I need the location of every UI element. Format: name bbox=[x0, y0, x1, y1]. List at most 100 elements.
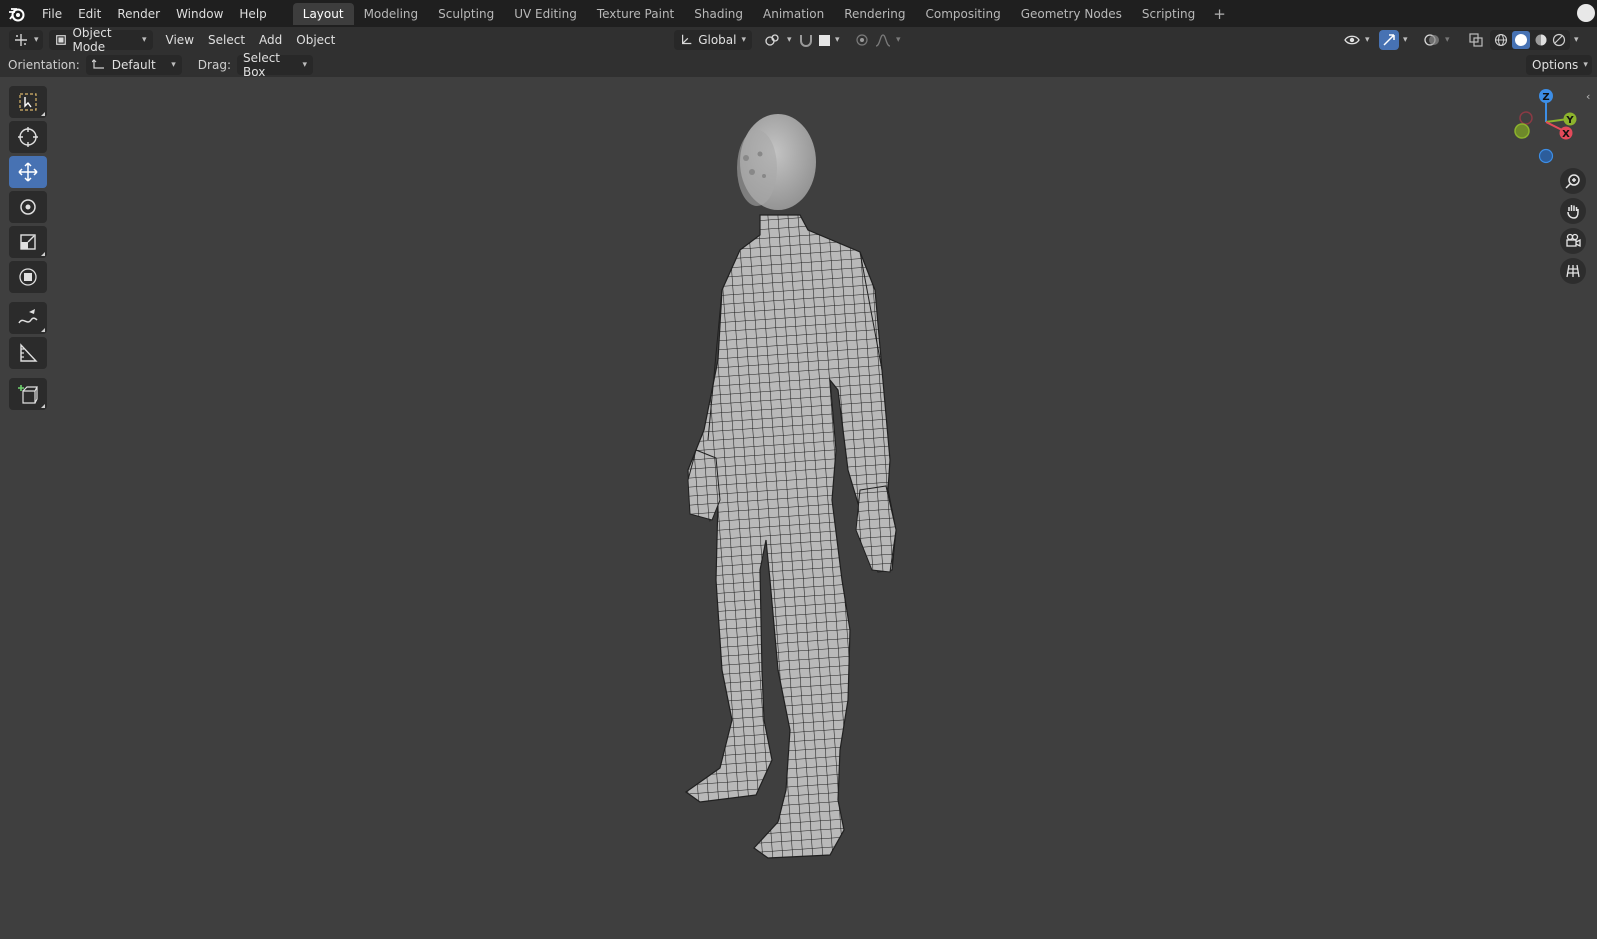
chevron-down-icon: ▾ bbox=[1574, 35, 1579, 45]
chevron-down-icon: ▾ bbox=[1365, 35, 1370, 45]
mode-dropdown[interactable]: Object Mode ▾ bbox=[48, 26, 153, 54]
camera-view-button[interactable] bbox=[1560, 228, 1586, 254]
tab-rendering[interactable]: Rendering bbox=[834, 3, 915, 25]
gizmo-icon bbox=[1383, 34, 1395, 46]
menu-add[interactable]: Add bbox=[252, 30, 289, 50]
menu-render[interactable]: Render bbox=[109, 3, 168, 25]
solid-shading-button[interactable] bbox=[1512, 31, 1530, 49]
cursor-tool[interactable] bbox=[9, 121, 47, 153]
chevron-down-icon: ▾ bbox=[142, 35, 147, 45]
rotate-tool[interactable] bbox=[9, 191, 47, 223]
tab-compositing[interactable]: Compositing bbox=[915, 3, 1010, 25]
drag-setting-value: Select Box bbox=[242, 51, 281, 79]
snap-toggle[interactable] bbox=[795, 30, 817, 50]
gizmo-toggle[interactable] bbox=[1379, 30, 1399, 50]
solid-shading-icon bbox=[1515, 34, 1527, 46]
tab-geometry-nodes[interactable]: Geometry Nodes bbox=[1011, 3, 1132, 25]
select-box-tool[interactable] bbox=[9, 86, 47, 118]
chevron-down-icon: ▾ bbox=[302, 60, 307, 70]
tab-modeling[interactable]: Modeling bbox=[354, 3, 429, 25]
shading-mode-group bbox=[1490, 30, 1570, 50]
chevron-down-icon: ▾ bbox=[34, 35, 39, 45]
gizmo-axis-neg-y[interactable] bbox=[1514, 123, 1530, 139]
editor-type-dropdown[interactable]: ▾ bbox=[9, 30, 43, 50]
mesh-left-hand bbox=[687, 449, 721, 521]
rotate-icon bbox=[20, 199, 36, 215]
gizmo-axis-neg-x[interactable] bbox=[1519, 111, 1533, 125]
select-box-icon bbox=[19, 93, 37, 111]
human-mesh-model[interactable] bbox=[660, 110, 920, 870]
overlays-icon bbox=[1424, 34, 1439, 46]
menu-edit[interactable]: Edit bbox=[70, 3, 109, 25]
measure-tool[interactable] bbox=[9, 337, 47, 369]
editor-type-icon bbox=[15, 34, 27, 46]
tool-options-corner bbox=[41, 328, 45, 332]
proportional-falloff-dropdown[interactable]: ▾ bbox=[872, 30, 904, 50]
menu-object[interactable]: Object bbox=[289, 30, 342, 50]
scene-icon[interactable] bbox=[1577, 4, 1595, 22]
menu-select[interactable]: Select bbox=[201, 30, 252, 50]
pan-button[interactable] bbox=[1560, 198, 1586, 224]
gizmo-z-label: Z bbox=[1542, 92, 1549, 103]
add-workspace-button[interactable]: + bbox=[1205, 5, 1234, 23]
move-tool[interactable] bbox=[9, 156, 47, 188]
tab-scripting[interactable]: Scripting bbox=[1132, 3, 1205, 25]
rendered-shading-icon[interactable] bbox=[1552, 33, 1566, 47]
transform-tool[interactable] bbox=[9, 261, 47, 293]
tab-animation[interactable]: Animation bbox=[753, 3, 834, 25]
options-dropdown[interactable]: Options ▾ bbox=[1526, 55, 1592, 75]
overlays-toggle[interactable]: ▾ bbox=[1421, 30, 1453, 50]
tab-texture-paint[interactable]: Texture Paint bbox=[587, 3, 684, 25]
orientation-label: Global bbox=[698, 33, 737, 47]
add-cube-icon bbox=[18, 385, 38, 404]
ortho-toggle-button[interactable] bbox=[1560, 258, 1586, 284]
annotate-tool[interactable] bbox=[9, 302, 47, 334]
menu-file[interactable]: File bbox=[34, 3, 70, 25]
tool-settings-bar: Orientation: Default ▾ Drag: Select Box … bbox=[0, 51, 1597, 79]
scale-icon bbox=[20, 234, 36, 250]
scale-tool[interactable] bbox=[9, 226, 47, 258]
gizmo-axis-neg-z[interactable] bbox=[1538, 148, 1554, 164]
menu-window[interactable]: Window bbox=[168, 3, 231, 25]
zoom-button[interactable] bbox=[1560, 168, 1586, 194]
sidebar-toggle-icon[interactable]: ‹ bbox=[1586, 90, 1590, 103]
tab-shading[interactable]: Shading bbox=[684, 3, 753, 25]
blender-logo-icon[interactable] bbox=[0, 0, 34, 27]
chevron-down-icon: ▾ bbox=[1445, 35, 1450, 45]
transform-orientation-dropdown[interactable]: Global ▾ bbox=[674, 30, 752, 50]
zoom-icon bbox=[1565, 174, 1580, 189]
tab-uv-editing[interactable]: UV Editing bbox=[504, 3, 587, 25]
falloff-curve-icon bbox=[875, 34, 891, 47]
navigation-gizmo[interactable]: Z Y X bbox=[1508, 86, 1584, 170]
transform-icon bbox=[19, 268, 37, 286]
proportional-editing-toggle[interactable] bbox=[852, 30, 872, 50]
chevron-down-icon: ▾ bbox=[835, 35, 840, 45]
orientation-setting-label: Orientation: bbox=[8, 58, 80, 72]
tab-sculpting[interactable]: Sculpting bbox=[428, 3, 504, 25]
magnet-icon bbox=[800, 35, 812, 47]
drag-setting-dropdown[interactable]: Select Box ▾ bbox=[236, 51, 313, 79]
gizmo-dropdown[interactable]: ▾ bbox=[1401, 30, 1410, 50]
tab-layout[interactable]: Layout bbox=[292, 2, 354, 25]
pivot-point-dropdown[interactable]: ▾ bbox=[761, 30, 795, 50]
orientation-default-icon bbox=[91, 59, 104, 69]
orientation-setting-value: Default bbox=[111, 58, 156, 72]
xray-toggle[interactable] bbox=[1466, 30, 1486, 50]
pivot-icon bbox=[765, 34, 779, 46]
add-cube-tool[interactable] bbox=[9, 378, 47, 410]
object-mode-icon bbox=[55, 35, 66, 45]
wireframe-shading-icon[interactable] bbox=[1494, 33, 1508, 47]
tool-options-corner bbox=[41, 252, 45, 256]
snap-target-dropdown[interactable]: ▾ bbox=[816, 30, 843, 50]
menu-view[interactable]: View bbox=[159, 30, 201, 50]
chevron-down-icon: ▾ bbox=[896, 35, 901, 45]
tool-shelf bbox=[9, 86, 49, 413]
shading-dropdown[interactable]: ▾ bbox=[1572, 30, 1581, 50]
orientation-setting-dropdown[interactable]: Default ▾ bbox=[85, 55, 182, 75]
menu-help[interactable]: Help bbox=[231, 3, 274, 25]
visibility-dropdown[interactable]: ▾ bbox=[1341, 30, 1373, 50]
material-shading-icon[interactable] bbox=[1534, 33, 1548, 47]
proportional-edit-icon bbox=[856, 34, 868, 46]
chevron-down-icon: ▾ bbox=[787, 35, 792, 45]
gizmo-x-label: X bbox=[1562, 129, 1570, 140]
